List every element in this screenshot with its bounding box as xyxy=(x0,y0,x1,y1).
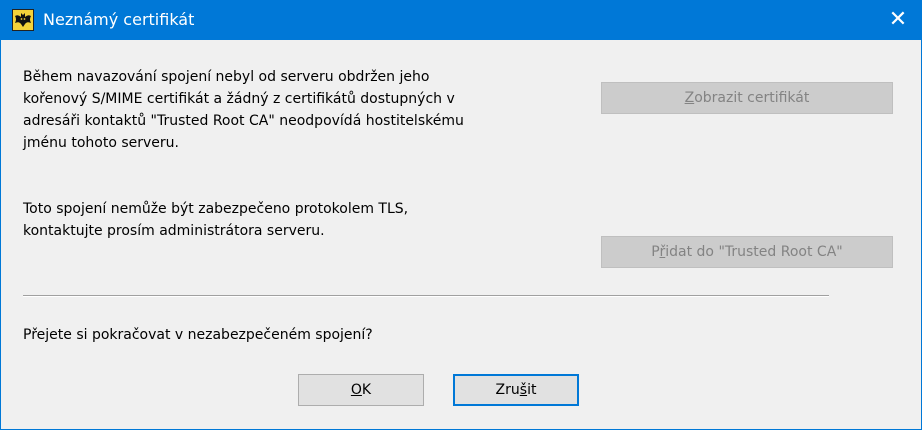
cancel-button[interactable]: Zrušit xyxy=(453,374,579,406)
question-text: Přejete si pokračovat v nezabezpečeném s… xyxy=(23,327,373,343)
close-button[interactable]: ✕ xyxy=(875,0,921,40)
title-bar[interactable]: Neznámý certifikát ✕ xyxy=(1,0,921,40)
dialog-content: Během navazování spojení nebyl od server… xyxy=(1,40,921,429)
close-icon: ✕ xyxy=(888,7,908,32)
ok-label: K xyxy=(361,382,372,398)
view-certificate-mnemonic: Z xyxy=(684,90,695,106)
cancel-label-end: it xyxy=(527,382,537,398)
ok-mnemonic: O xyxy=(350,382,362,398)
message-paragraph-2: Toto spojení nemůže být zabezpečeno prot… xyxy=(23,201,409,239)
ok-button[interactable]: OK xyxy=(298,374,424,406)
add-to-trusted-root-button[interactable]: Přidat do "Trusted Root CA" xyxy=(601,236,893,268)
message-paragraph-1: Během navazování spojení nebyl od server… xyxy=(23,69,464,151)
view-certificate-label: obrazit certifikát xyxy=(694,90,810,106)
cancel-mnemonic: š xyxy=(519,382,528,398)
separator xyxy=(23,295,829,297)
bat-app-icon xyxy=(12,9,34,31)
dialog-window: Neznámý certifikát ✕ Během navazování sp… xyxy=(0,0,922,430)
window-title: Neznámý certifikát xyxy=(43,10,195,29)
view-certificate-button[interactable]: Zobrazit certifikát xyxy=(601,82,893,114)
cancel-label-start: Zru xyxy=(495,382,520,398)
add-root-label-end: idat do "Trusted Root CA" xyxy=(665,244,843,260)
